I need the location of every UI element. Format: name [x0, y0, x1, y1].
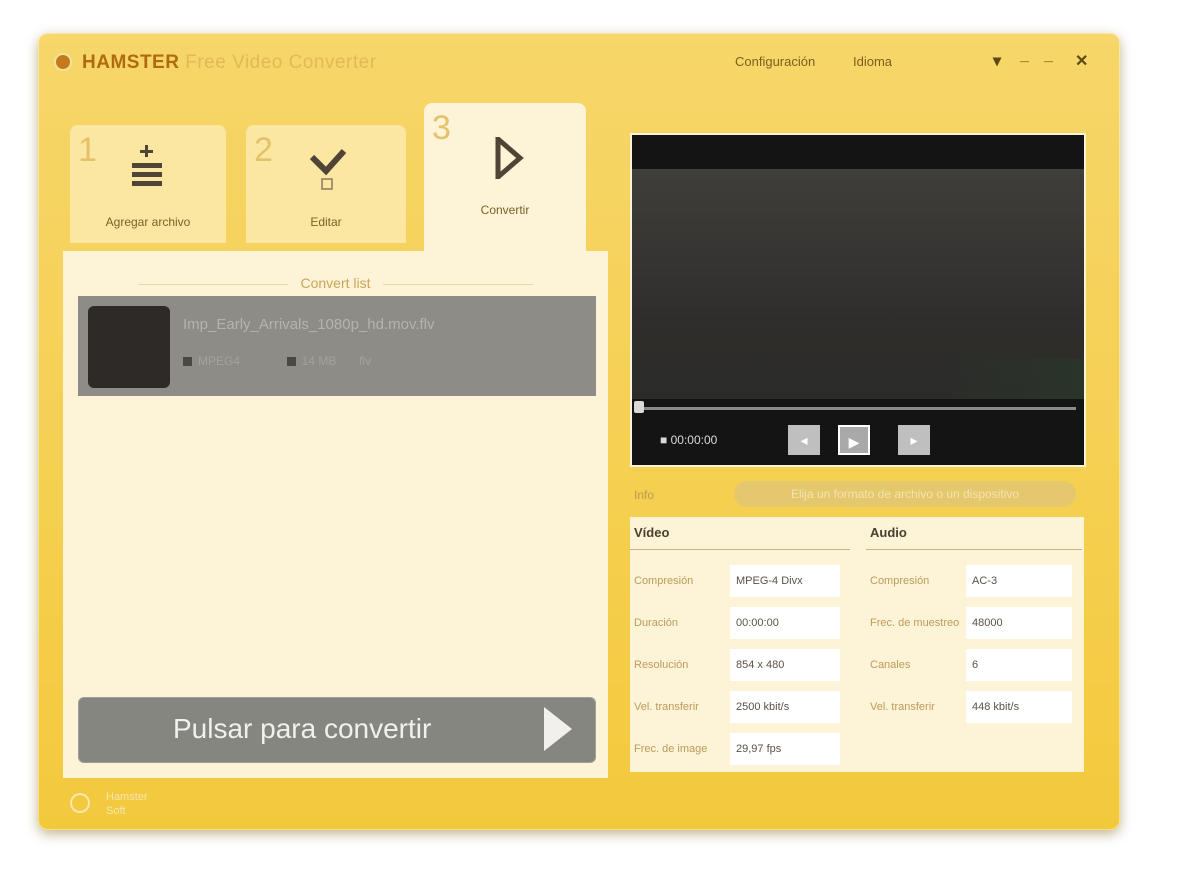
video-framerate-label: Frec. de image — [634, 743, 708, 755]
list-item[interactable]: Imp_Early_Arrivals_1080p_hd.mov.flv MPEG… — [78, 296, 596, 396]
title-bar: HAMSTER Free Video Converter Configuraci… — [38, 33, 1120, 89]
video-player: ■ 00:00:00 ◂ ▶ ▸ — [630, 133, 1086, 467]
format-icon — [183, 357, 192, 367]
menu-settings[interactable]: Configuración — [735, 54, 815, 69]
video-heading: Vídeo — [634, 525, 670, 540]
previous-frame-button[interactable]: ◂ — [788, 425, 820, 455]
tab-add-file[interactable]: 1 Agregar archivo — [70, 125, 226, 243]
size-icon — [286, 357, 296, 367]
step-number: 3 — [432, 109, 451, 147]
app-title-rest: Free Video Converter — [185, 52, 377, 73]
play-arrow-icon — [544, 707, 572, 751]
divider — [630, 549, 850, 550]
tab-convert[interactable]: 3 Convertir — [424, 103, 586, 253]
audio-compression-value: AC-3 — [966, 565, 1072, 597]
audio-channels-value: 6 — [966, 649, 1072, 681]
tab-edit[interactable]: 2 Editar — [246, 125, 406, 243]
hamster-logo-icon — [70, 793, 90, 813]
video-duration-label: Duración — [634, 617, 679, 629]
play-arrow-icon — [495, 137, 524, 179]
seek-handle[interactable] — [634, 401, 644, 413]
seek-bar[interactable] — [640, 407, 1076, 410]
video-resolution-value: 854 x 480 — [730, 649, 840, 681]
convert-list-title-text: Convert list — [300, 275, 371, 291]
tab-label: Agregar archivo — [105, 215, 191, 229]
video-framerate-value: 29,97 fps — [730, 733, 840, 765]
checkmark-icon — [309, 148, 347, 190]
media-details: Vídeo Audio Compresión MPEG-4 Divx Durac… — [630, 517, 1084, 772]
video-bitrate-value: 2500 kbit/s — [730, 691, 840, 723]
playback-time: ■ 00:00:00 — [660, 433, 717, 447]
video-bitrate-label: Vel. transferir — [634, 701, 699, 713]
close-button[interactable]: ✕ — [1075, 51, 1088, 71]
video-duration-value: 00:00:00 — [730, 607, 840, 639]
audio-compression-label: Compresión — [870, 575, 930, 587]
convert-button[interactable]: Pulsar para convertir — [78, 697, 596, 763]
audio-samplerate-label: Frec. de muestreo — [870, 617, 960, 629]
status-text: Hamster Soft — [106, 790, 148, 818]
step-number: 2 — [254, 131, 273, 169]
add-list-icon — [132, 145, 162, 186]
audio-samplerate-value: 48000 — [966, 607, 1072, 639]
app-window: HAMSTER Free Video Converter Configuraci… — [38, 33, 1120, 830]
audio-bitrate-value: 448 kbit/s — [966, 691, 1072, 723]
status-line-1: Hamster — [106, 791, 148, 803]
next-frame-button[interactable]: ▸ — [898, 425, 930, 455]
format-hint[interactable]: Elija un formato de archivo o un disposi… — [734, 481, 1076, 507]
app-title: HAMSTER Free Video Converter — [82, 52, 377, 74]
camera-icon: ■ — [660, 433, 671, 447]
tab-label: Convertir — [480, 203, 530, 217]
step-number: 1 — [78, 131, 97, 169]
file-format: MPEG4 — [198, 354, 241, 368]
video-preview — [632, 169, 1084, 399]
play-button[interactable]: ▶ — [838, 425, 870, 455]
audio-channels-label: Canales — [870, 659, 911, 671]
app-logo-icon — [54, 53, 72, 71]
restore-button[interactable]: _ — [1044, 47, 1053, 65]
dropdown-button[interactable]: ▾ — [993, 51, 1001, 71]
playback-time-value: 00:00:00 — [670, 433, 718, 447]
status-line-2: Soft — [106, 805, 126, 817]
info-label: Info — [634, 488, 655, 502]
video-thumbnail — [88, 306, 170, 388]
file-size: 14 MB — [301, 354, 337, 368]
menu-language[interactable]: Idioma — [853, 54, 892, 69]
tab-label: Editar — [310, 215, 342, 229]
video-resolution-label: Resolución — [634, 659, 689, 671]
minimize-button[interactable]: _ — [1020, 47, 1029, 65]
convert-button-label: Pulsar para convertir — [173, 713, 432, 744]
file-extra: flv — [359, 354, 372, 368]
audio-bitrate-label: Vel. transferir — [870, 701, 935, 713]
convert-list-title: Convert list — [63, 275, 608, 291]
convert-list-panel: Convert list Imp_Early_Arrivals_1080p_hd… — [63, 251, 608, 778]
app-brand: HAMSTER — [82, 52, 180, 73]
divider — [866, 549, 1082, 550]
file-name: Imp_Early_Arrivals_1080p_hd.mov.flv — [183, 316, 435, 333]
file-meta: MPEG4 14 MB flv — [183, 354, 371, 368]
video-compression-label: Compresión — [634, 575, 694, 587]
video-compression-value: MPEG-4 Divx — [730, 565, 840, 597]
audio-heading: Audio — [870, 525, 907, 540]
